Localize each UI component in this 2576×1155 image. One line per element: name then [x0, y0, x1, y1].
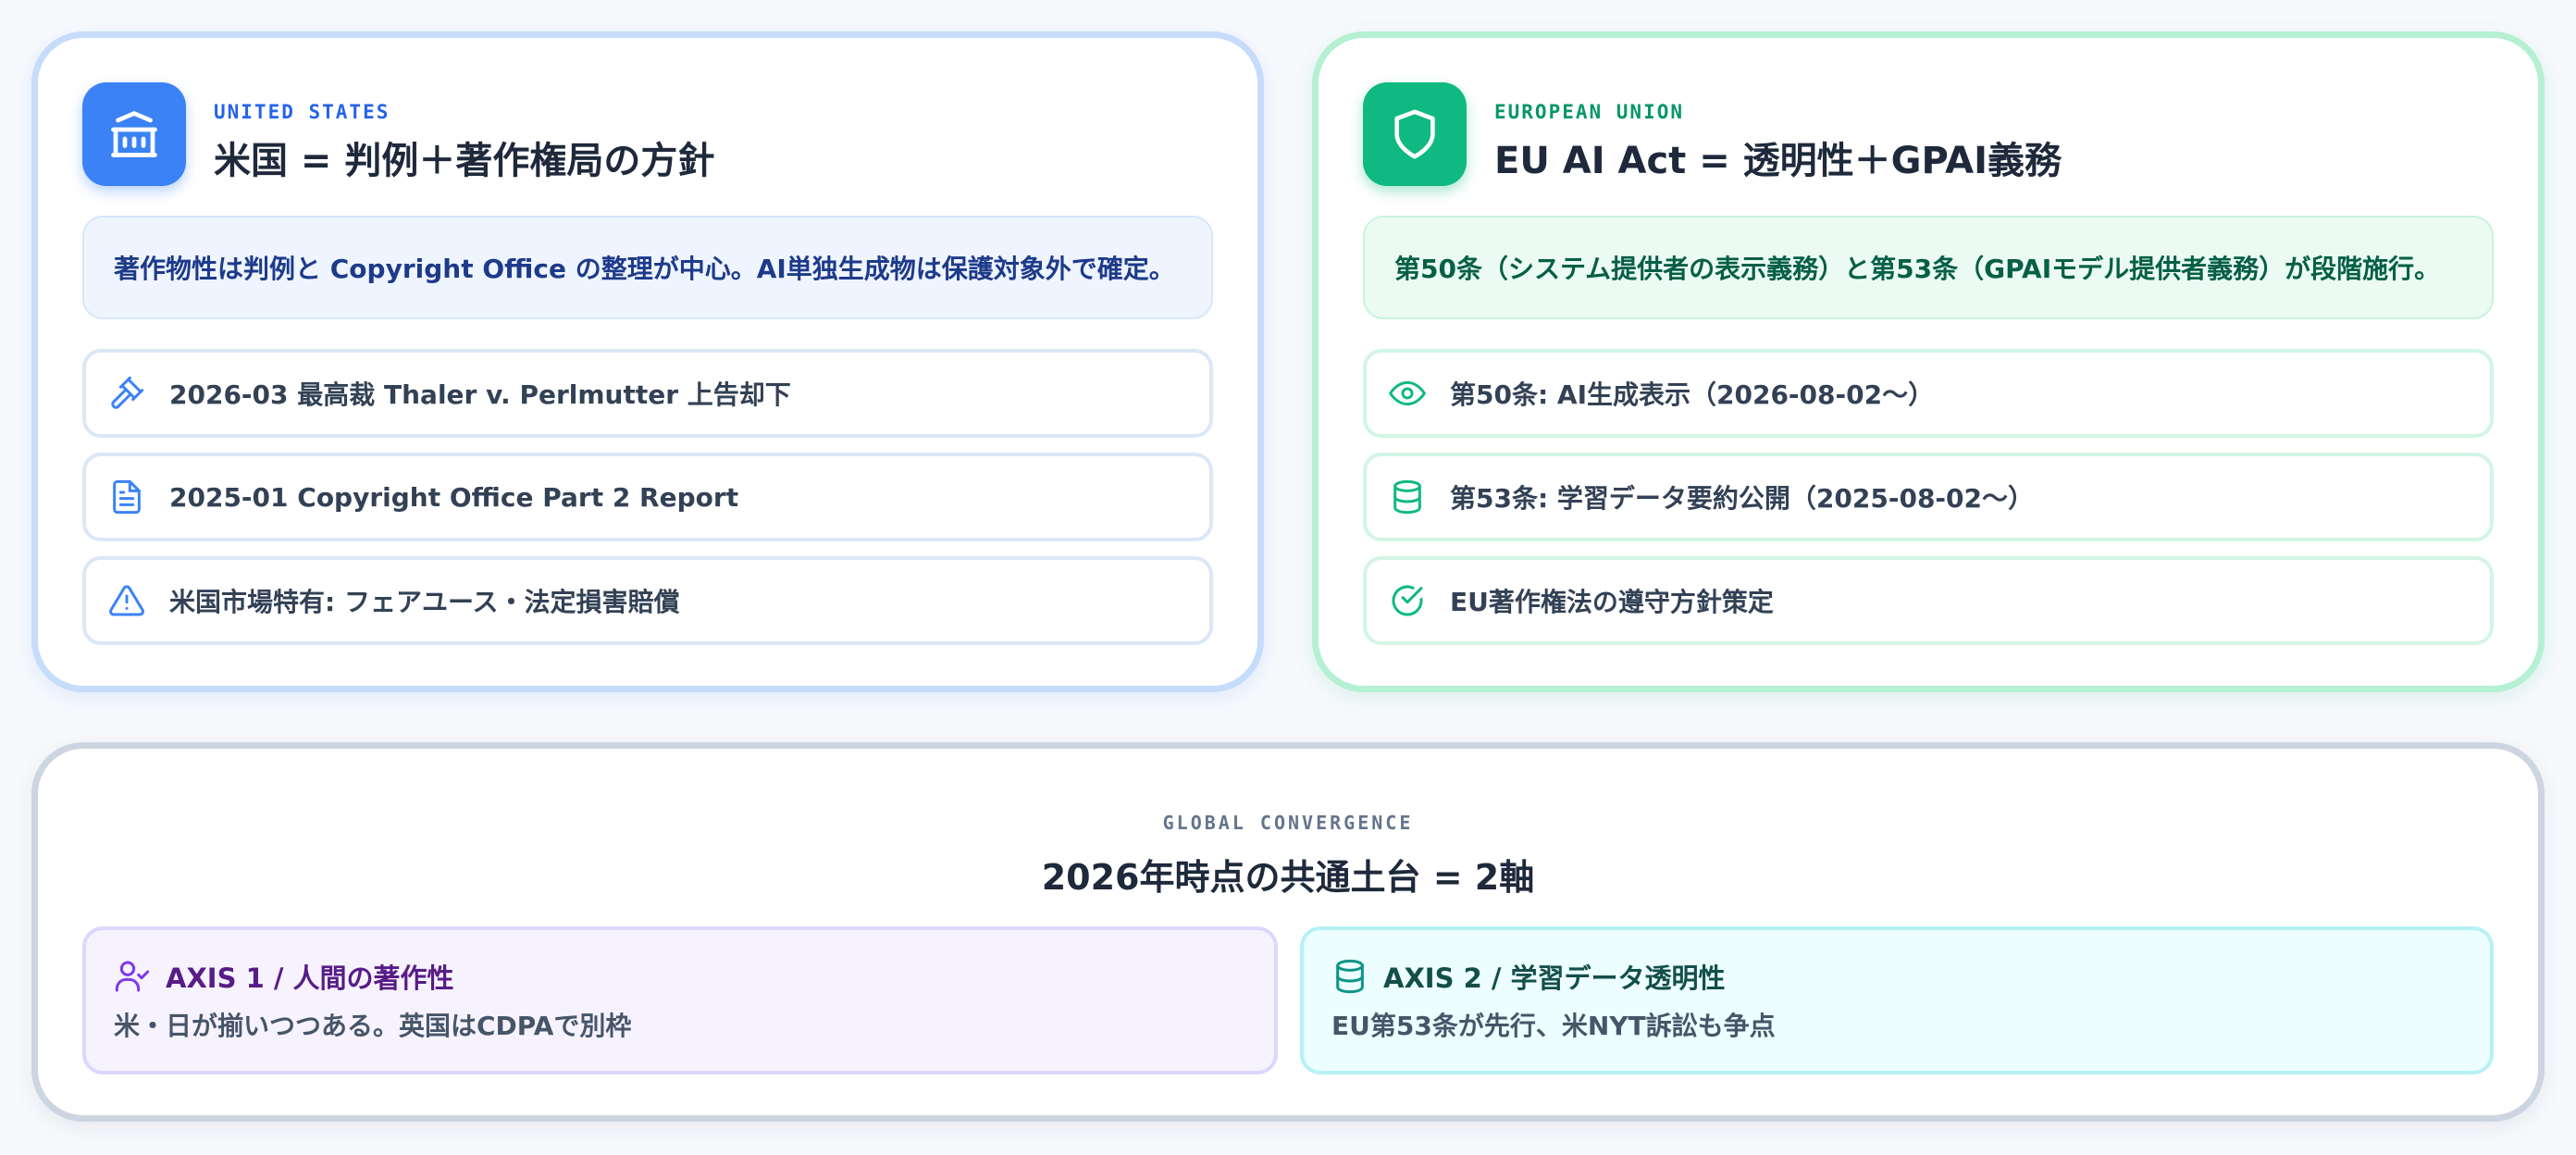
- us-item-text: 2025-01 Copyright Office Part 2 Report: [169, 481, 739, 513]
- axis-2-card: AXIS 2 / 学習データ透明性 EU第53条が先行、米NYT訴訟も争点: [1300, 926, 2494, 1074]
- axis-2-label: AXIS 2 / 学習データ透明性: [1383, 962, 1726, 994]
- axis-2-desc: EU第53条が先行、米NYT訴訟も争点: [1331, 1011, 1776, 1041]
- axis-1-card: AXIS 1 / 人間の著作性 米・日が揃いつつある。英国はCDPAで別枠: [82, 926, 1278, 1074]
- bank-icon: [82, 82, 186, 186]
- global-title: 2026年時点の共通土台 = 2軸: [1041, 857, 1535, 898]
- us-item-copyright-report: 2025-01 Copyright Office Part 2 Report: [82, 453, 1213, 541]
- eu-card: EUROPEAN UNION EU AI Act = 透明性＋GPAI義務 第5…: [1312, 31, 2545, 692]
- document-icon: [108, 478, 145, 515]
- eu-item-article-50: 第50条: AI生成表示（2026-08-02〜）: [1363, 349, 2494, 438]
- us-item-supreme-court: 2026-03 最高裁 Thaler v. Perlmutter 上告却下: [82, 349, 1213, 438]
- global-eyebrow: GLOBAL CONVERGENCE: [1162, 812, 1414, 834]
- eu-item-article-53: 第53条: 学習データ要約公開（2025-08-02〜）: [1363, 453, 2494, 541]
- eu-item-text: 第53条: 学習データ要約公開（2025-08-02〜）: [1450, 483, 2035, 514]
- database-icon: [1389, 478, 1426, 515]
- global-card: GLOBAL CONVERGENCE 2026年時点の共通土台 = 2軸 AXI…: [31, 742, 2545, 1122]
- eu-item-copyright-policy: EU著作権法の遵守方針策定: [1363, 556, 2494, 645]
- eu-title: EU AI Act = 透明性＋GPAI義務: [1494, 140, 2062, 182]
- eye-icon: [1389, 375, 1426, 412]
- database-icon: [1331, 958, 1368, 995]
- us-title: 米国 = 判例＋著作権局の方針: [214, 140, 715, 182]
- eu-eyebrow: EUROPEAN UNION: [1494, 101, 1685, 123]
- shield-icon: [1363, 82, 1467, 186]
- us-card: UNITED STATES 米国 = 判例＋著作権局の方針 著作物性は判例と C…: [31, 31, 1264, 692]
- eu-summary: 第50条（システム提供者の表示義務）と第53条（GPAIモデル提供者義務）が段階…: [1363, 216, 2494, 319]
- us-item-fair-use: 米国市場特有: フェアユース・法定損害賠償: [82, 556, 1213, 645]
- warning-icon: [108, 582, 145, 619]
- check-circle-icon: [1389, 582, 1426, 619]
- gavel-icon: [108, 375, 145, 412]
- eu-item-text: 第50条: AI生成表示（2026-08-02〜）: [1450, 379, 1935, 410]
- eu-item-text: EU著作権法の遵守方針策定: [1450, 587, 1774, 617]
- us-item-text: 2026-03 最高裁 Thaler v. Perlmutter 上告却下: [169, 379, 791, 410]
- us-eyebrow: UNITED STATES: [214, 101, 390, 123]
- us-summary: 著作物性は判例と Copyright Office の整理が中心。AI単独生成物…: [82, 216, 1213, 319]
- us-item-text: 米国市場特有: フェアユース・法定損害賠償: [169, 587, 680, 617]
- axis-1-desc: 米・日が揃いつつある。英国はCDPAで別枠: [114, 1011, 632, 1041]
- user-check-icon: [114, 958, 151, 995]
- axis-1-label: AXIS 1 / 人間の著作性: [166, 962, 454, 994]
